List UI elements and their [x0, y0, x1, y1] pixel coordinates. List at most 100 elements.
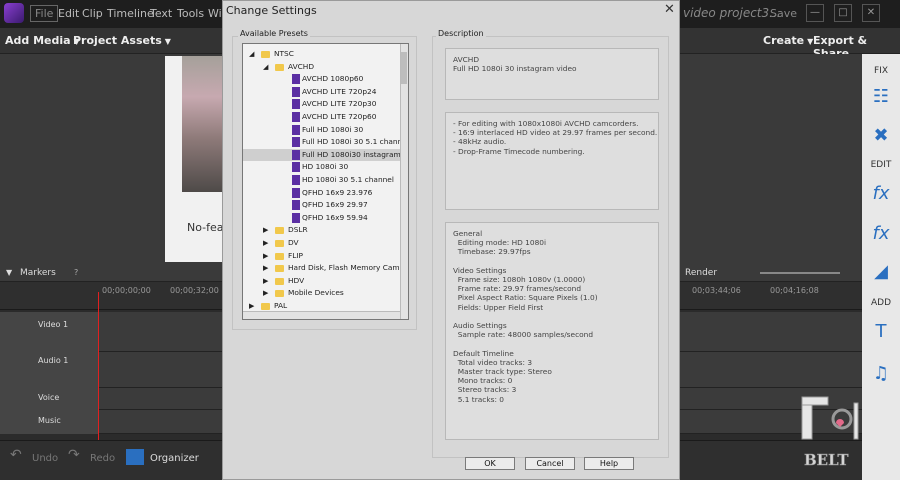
markers-dropdown[interactable]: Markers — [20, 268, 56, 278]
tree-item[interactable]: QFHD 16x9 29.97 — [243, 199, 401, 211]
ok-button[interactable]: OK — [465, 457, 515, 470]
tree-item[interactable]: ◢ AVCHD — [243, 61, 401, 73]
tree-item[interactable]: QFHD 16x9 59.94 — [243, 212, 401, 224]
monitor-right-panel — [678, 54, 862, 266]
minimize-icon[interactable]: — — [806, 4, 824, 22]
create-label: Create — [763, 34, 805, 47]
transitions-icon[interactable]: ◢ — [871, 262, 891, 282]
folder-icon — [261, 51, 270, 58]
save-button[interactable]: Save — [770, 7, 797, 20]
menu-timeline[interactable]: Timeline — [107, 7, 154, 20]
render-button[interactable]: Render — [685, 268, 717, 278]
menu-file[interactable]: File — [30, 5, 59, 22]
ruler-label: 00;03;44;06 — [692, 286, 741, 295]
tree-item[interactable]: AVCHD 1080p60 — [243, 73, 401, 85]
folder-icon — [275, 277, 284, 285]
close-icon[interactable]: ✕ — [664, 2, 675, 17]
tree-item[interactable]: QFHD 16x9 23.976 — [243, 187, 401, 199]
fix-label: FIX — [874, 66, 888, 76]
tree-collapsed-icon[interactable]: ▶ — [263, 275, 271, 287]
tree-item[interactable]: ◢ NTSC — [243, 48, 401, 60]
menu-text[interactable]: Text — [150, 7, 172, 20]
watermark-text: BELT — [804, 451, 849, 469]
undo-icon[interactable]: ↶ — [10, 447, 22, 463]
tree-item-label: AVCHD LITE 720p60 — [302, 112, 377, 121]
maximize-icon[interactable]: □ — [834, 4, 852, 22]
tree-collapsed-icon[interactable]: ▶ — [263, 287, 271, 299]
track-label: Music — [38, 416, 61, 425]
folder-icon — [275, 240, 284, 247]
tree-item-label: Full HD 1080i 30 — [302, 124, 364, 134]
folder-icon — [275, 265, 284, 273]
effects-icon[interactable]: fx — [871, 184, 891, 204]
menu-edit[interactable]: Edit — [58, 7, 79, 20]
adjust-sliders-icon[interactable]: ☷ — [871, 87, 891, 107]
project-assets-button[interactable]: Project Assets ▼ — [73, 34, 171, 47]
close-window-icon[interactable]: ✕ — [862, 4, 880, 22]
zoom-slider[interactable] — [760, 272, 840, 274]
side-panel: FIX ☷ ✖ EDIT fx fx ◢ ADD T ♫ — [862, 54, 900, 480]
tree-item[interactable]: ▶ HDV — [243, 275, 401, 287]
tree-item[interactable]: Full HD 1080i 30 5.1 channel — [243, 136, 408, 148]
preset-icon — [292, 112, 300, 122]
playhead[interactable] — [98, 292, 99, 440]
tree-item[interactable]: ▶ DSLR — [243, 224, 401, 236]
tree-expanded-icon[interactable]: ◢ — [263, 61, 271, 73]
menu-window[interactable]: Wi — [208, 7, 222, 20]
video-thumbnail — [182, 56, 222, 192]
help-icon[interactable]: ? — [74, 268, 78, 277]
tree-item-label: Hard Disk, Flash Memory Camcorders — [288, 263, 409, 273]
preset-icon — [292, 86, 300, 97]
tree-item[interactable]: HD 1080i 30 — [243, 161, 401, 173]
tree-horizontal-scrollbar[interactable] — [243, 311, 400, 319]
cancel-button[interactable]: Cancel — [525, 457, 575, 470]
organizer-icon[interactable] — [126, 449, 144, 465]
menu-clip[interactable]: Clip — [82, 7, 103, 20]
add-media-button[interactable]: Add Media ▼ — [5, 34, 80, 47]
tree-item-label: QFHD 16x9 29.97 — [302, 200, 368, 210]
menu-tools[interactable]: Tools — [177, 7, 204, 20]
tree-item[interactable]: ▶ Hard Disk, Flash Memory Camcorders — [243, 262, 408, 274]
tree-item[interactable]: AVCHD LITE 720p30 — [243, 98, 401, 110]
tree-item[interactable]: ▶ Mobile Devices — [243, 287, 401, 299]
redo-button[interactable]: Redo — [90, 453, 115, 464]
track-label: Voice — [38, 393, 60, 402]
watermark-logo: BELT — [801, 396, 859, 469]
collapse-icon[interactable]: ▼ — [6, 268, 12, 277]
tools-icon[interactable]: ✖ — [871, 126, 891, 146]
tree-item-label: Mobile Devices — [288, 288, 344, 298]
tree-collapsed-icon[interactable]: ▶ — [263, 224, 271, 236]
preset-icon — [292, 200, 300, 211]
tree-scroll-thumb[interactable] — [401, 52, 407, 84]
description-details: - For editing with 1080x1080i AVCHD camc… — [445, 112, 659, 210]
help-button[interactable]: Help — [584, 457, 634, 470]
applied-effects-icon[interactable]: fx — [871, 224, 891, 244]
tree-item[interactable]: HD 1080i 30 5.1 channel — [243, 174, 401, 186]
tree-collapsed-icon[interactable]: ▶ — [263, 237, 271, 249]
document-title: video project3... — [683, 6, 781, 20]
music-icon[interactable]: ♫ — [871, 364, 891, 384]
create-button[interactable]: Create ▼ — [763, 34, 813, 47]
organizer-button[interactable]: Organizer — [150, 453, 199, 464]
titles-icon[interactable]: T — [871, 322, 891, 342]
tree-item[interactable]: Full HD 1080i 30 — [243, 124, 401, 136]
caret-down-icon: ▼ — [164, 37, 171, 46]
tree-item[interactable]: AVCHD LITE 720p60 — [243, 111, 401, 123]
undo-button[interactable]: Undo — [32, 453, 58, 464]
tree-item-label: QFHD 16x9 59.94 — [302, 212, 368, 222]
tree-item-label: HD 1080i 30 5.1 channel — [302, 175, 394, 184]
tree-scrollbar[interactable] — [400, 44, 408, 319]
tree-collapsed-icon[interactable]: ▶ — [263, 250, 271, 262]
folder-icon — [261, 303, 270, 310]
tree-collapsed-icon[interactable]: ▶ — [263, 262, 271, 274]
tree-item[interactable]: AVCHD LITE 720p24 — [243, 86, 401, 98]
tree-item[interactable]: ▶ DV — [243, 237, 401, 249]
tree-item[interactable]: ▶ FLIP — [243, 250, 401, 262]
preset-icon — [292, 175, 300, 185]
tree-item[interactable]: Full HD 1080i30 instagram vide — [243, 148, 408, 161]
track-header — [0, 312, 98, 352]
ruler-label: 00;00;32;00 — [170, 286, 219, 295]
redo-icon[interactable]: ↷ — [68, 447, 80, 463]
description-summary: AVCHD Full HD 1080i 30 instagram video — [445, 48, 659, 100]
tree-expanded-icon[interactable]: ◢ — [249, 48, 257, 60]
